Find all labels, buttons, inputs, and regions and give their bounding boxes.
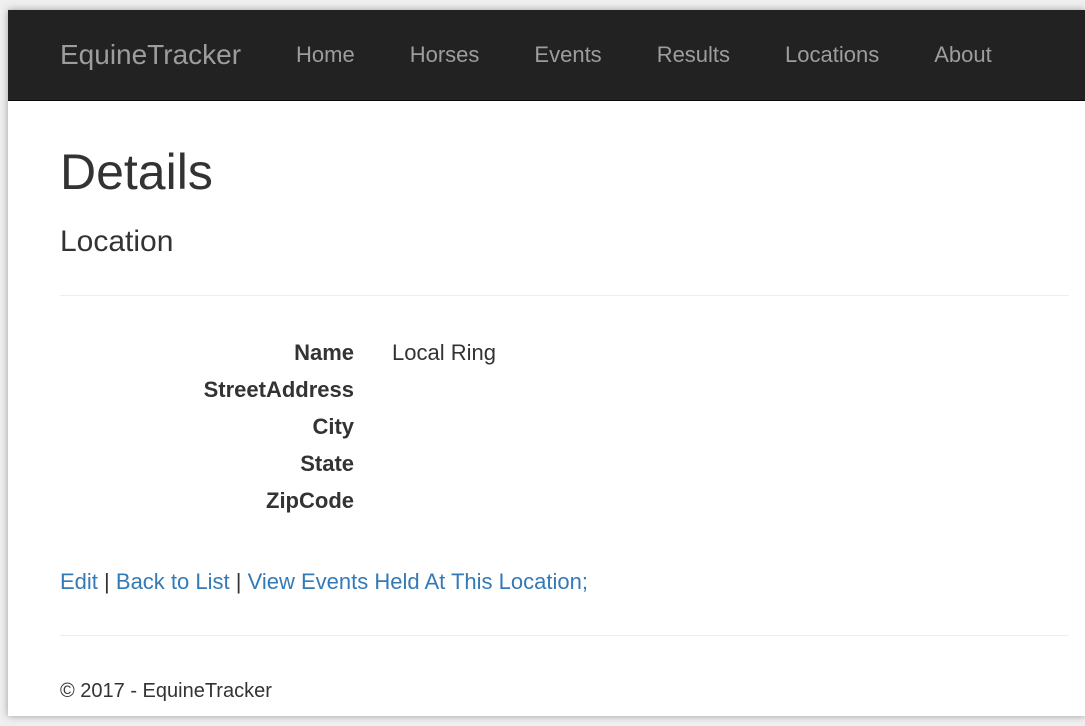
detail-label: State [300,451,354,476]
link-separator: | [104,569,110,594]
detail-label: Name [294,340,354,365]
copyright-text: © 2017 - EquineTracker [60,680,272,702]
detail-row-name: Name Local Ring [60,340,1069,377]
back-to-list-link[interactable]: Back to List [116,569,230,594]
divider [60,295,1069,296]
nav-link-events[interactable]: Events [534,42,601,68]
nav-link-home[interactable]: Home [296,42,355,68]
action-links: Edit | Back to List | View Events Held A… [60,569,1069,595]
brand-link[interactable]: EquineTracker [60,39,241,71]
link-separator: | [235,569,242,594]
trailing-semicolon: ; [581,569,588,594]
footer-divider [60,635,1069,636]
detail-label: StreetAddress [203,377,354,402]
footer: © 2017 - EquineTracker [60,680,1069,703]
detail-label: City [312,414,354,439]
detail-row-city: City [60,414,1069,451]
section-title: Location [60,225,174,258]
page-title: Details [60,144,213,200]
view-events-link[interactable]: View Events Held At This Location [248,569,582,594]
navbar: EquineTracker Home Horses Events Results… [8,10,1085,101]
nav-link-horses[interactable]: Horses [410,42,480,68]
details-list: Name Local Ring StreetAddress City State… [60,340,1069,525]
detail-row-street-address: StreetAddress [60,377,1069,414]
detail-row-zip-code: ZipCode [60,488,1069,525]
detail-label: ZipCode [266,488,354,513]
nav-link-about[interactable]: About [934,42,992,68]
detail-row-state: State [60,451,1069,488]
edit-link[interactable]: Edit [60,569,98,594]
nav-link-locations[interactable]: Locations [785,42,879,68]
main-content: Details Location Name Local Ring StreetA… [8,147,1085,703]
browser-page: EquineTracker Home Horses Events Results… [8,10,1085,716]
detail-value: Local Ring [392,340,496,365]
nav-link-results[interactable]: Results [657,42,730,68]
